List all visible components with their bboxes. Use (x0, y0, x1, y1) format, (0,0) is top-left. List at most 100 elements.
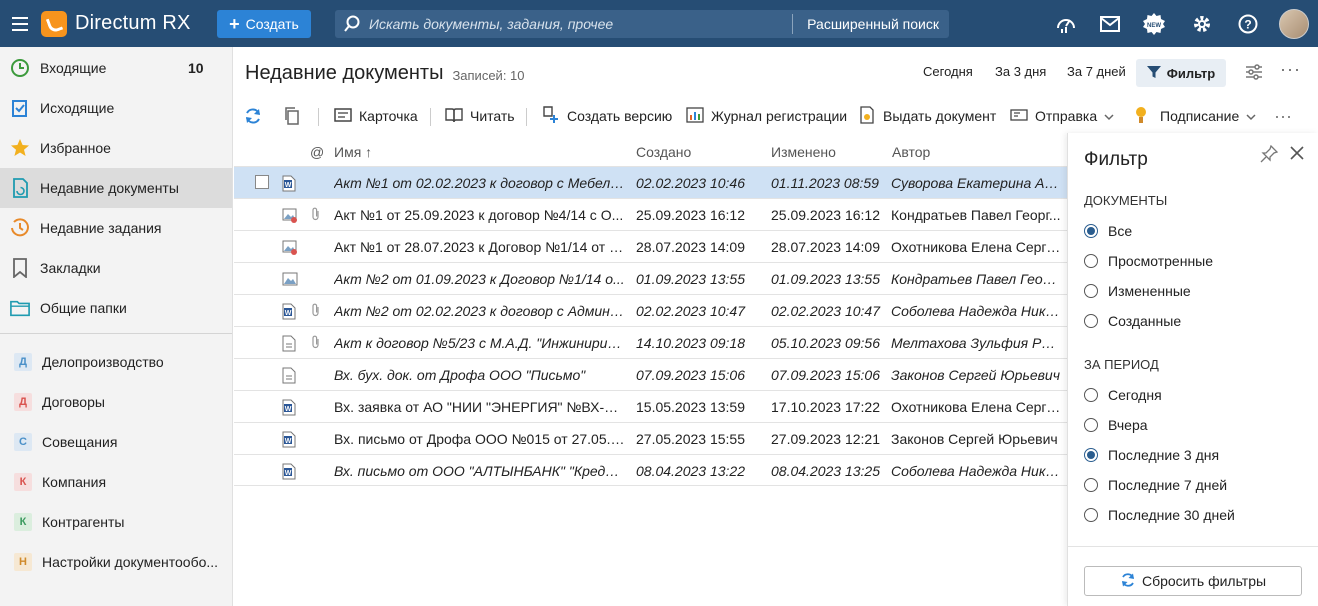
toolbar-more-icon[interactable]: ··· (1274, 106, 1292, 126)
search-bar: Расширенный поиск (335, 10, 949, 38)
send-dropdown[interactable]: Отправка (1010, 106, 1114, 126)
created-column-header[interactable]: Создано (636, 144, 691, 160)
table-row[interactable]: Акт №1 от 25.09.2023 к договор №4/14 с О… (234, 198, 1067, 230)
modified-column-header[interactable]: Изменено (771, 144, 836, 160)
radio-icon[interactable] (1084, 314, 1098, 328)
close-icon[interactable] (1290, 143, 1304, 166)
radio-icon[interactable] (1084, 478, 1098, 492)
cell-modified: 01.09.2023 13:55 (771, 271, 880, 287)
sidebar-item-shared-folders[interactable]: Общие папки (0, 288, 232, 328)
app-logo[interactable]: Directum RX (41, 10, 191, 37)
period-3-days-link[interactable]: За 3 дня (995, 64, 1046, 79)
radio-icon[interactable] (1084, 224, 1098, 238)
book-icon (445, 107, 463, 126)
signing-dropdown[interactable]: Подписание (1134, 106, 1256, 126)
radio-icon[interactable] (1084, 508, 1098, 522)
documents-grid: @ Имя ↑ Создано Изменено Автор W Акт №1 о… (234, 136, 1067, 486)
sidebar-item-recent-docs[interactable]: Недавние документы (0, 168, 232, 208)
sidebar-item-incoming[interactable]: Входящие 10 (0, 48, 232, 88)
table-row[interactable]: W Вх. письмо от ООО "АЛТЫНБАНК" "Кредит..… (234, 454, 1067, 486)
filter-button[interactable]: Фильтр (1136, 59, 1226, 87)
sidebar-item-outgoing[interactable]: Исходящие (0, 88, 232, 128)
image-icon (282, 271, 298, 291)
radio-icon[interactable] (1084, 254, 1098, 268)
read-button[interactable]: Читать (445, 106, 515, 126)
table-row[interactable]: Акт №2 от 01.09.2023 к Договор №1/14 о..… (234, 262, 1067, 294)
period-filter-option[interactable]: Последние 3 дня (1084, 447, 1219, 463)
module-label: Совещания (42, 434, 118, 450)
records-count: Записей: 10 (452, 67, 525, 83)
period-7-days-link[interactable]: За 7 дней (1067, 64, 1126, 79)
radio-icon[interactable] (1084, 284, 1098, 298)
toolbar: Карточка Читать Создать версию Журнал ре… (234, 99, 1318, 133)
issue-document-button[interactable]: Выдать документ (858, 105, 996, 126)
create-version-button[interactable]: Создать версию (542, 105, 672, 127)
create-button[interactable]: + Создать (217, 10, 311, 38)
radio-icon[interactable] (1084, 418, 1098, 432)
module-item-records[interactable]: Д Делопроизводство (0, 342, 232, 382)
cell-name: Акт №1 от 28.07.2023 к Договор №1/14 от … (334, 239, 626, 255)
advanced-search-button[interactable]: Расширенный поиск (792, 14, 949, 34)
search-input[interactable] (369, 16, 793, 32)
docs-filter-option[interactable]: Созданные (1084, 313, 1181, 329)
filter-divider (1068, 546, 1318, 547)
module-item-company[interactable]: К Компания (0, 462, 232, 502)
help-icon[interactable]: ? (1236, 12, 1260, 36)
module-item-meetings[interactable]: С Совещания (0, 422, 232, 462)
settings-gear-icon[interactable] (1190, 12, 1214, 36)
period-today-link[interactable]: Сегодня (923, 64, 973, 79)
docs-filter-option[interactable]: Просмотренные (1084, 253, 1213, 269)
sidebar-item-recent-tasks[interactable]: Недавние задания (0, 208, 232, 248)
reset-filters-label: Сбросить фильтры (1141, 573, 1267, 589)
author-column-header[interactable]: Автор (892, 144, 930, 160)
module-label: Компания (42, 474, 107, 490)
reset-filters-button[interactable]: Сбросить фильтры (1084, 566, 1302, 596)
card-button[interactable]: Карточка (334, 106, 418, 126)
docs-filter-option[interactable]: Измененные (1084, 283, 1191, 299)
table-row[interactable]: Акт к договор №5/23 с М.А.Д. "Инжинирин.… (234, 326, 1067, 358)
module-item-contracts[interactable]: Д Договоры (0, 382, 232, 422)
journal-button[interactable]: Журнал регистрации (686, 106, 847, 126)
module-label: Настройки документообо... (42, 554, 219, 570)
sidebar-item-label: Избранное (40, 140, 111, 156)
module-item-docflow-settings[interactable]: Н Настройки документообо... (0, 542, 232, 582)
row-checkbox[interactable] (255, 175, 269, 189)
cell-author: Суворова Екатерина Ан... (891, 175, 1063, 191)
period-filter-option[interactable]: Вчера (1084, 417, 1148, 433)
table-row[interactable]: Акт №1 от 28.07.2023 к Договор №1/14 от … (234, 230, 1067, 262)
copy-icon[interactable] (284, 106, 300, 126)
radio-icon[interactable] (1084, 448, 1098, 462)
menu-icon[interactable] (0, 0, 40, 47)
period-filter-option[interactable]: Последние 7 дней (1084, 477, 1227, 493)
name-column-header[interactable]: Имя ↑ (334, 144, 372, 160)
attachment-column-header[interactable]: @ (310, 144, 324, 160)
table-row[interactable]: Вх. бух. док. от Дрофа ООО "Письмо" 07.09… (234, 358, 1067, 390)
table-row[interactable]: W Акт №2 от 02.02.2023 к договор с Админи… (234, 294, 1067, 326)
cell-name: Акт №1 от 02.02.2023 к договор с Мебельс… (334, 175, 626, 191)
table-row[interactable]: W Вх. заявка от АО "НИИ "ЭНЕРГИЯ" №ВХ-П-0… (234, 390, 1067, 422)
module-item-counterparties[interactable]: К Контрагенты (0, 502, 232, 542)
new-features-icon[interactable]: NEW (1142, 12, 1166, 36)
radio-icon[interactable] (1084, 388, 1098, 402)
docs-filter-option[interactable]: Все (1084, 223, 1132, 239)
table-row[interactable]: W Акт №1 от 02.02.2023 к договор с Мебель… (234, 166, 1067, 198)
more-options-icon[interactable]: ··· (1280, 59, 1301, 80)
cell-author: Соболева Надежда Нико... (891, 463, 1063, 479)
pin-icon[interactable] (1260, 144, 1279, 166)
sidebar-item-bookmarks[interactable]: Закладки (0, 248, 232, 288)
table-row[interactable]: W Вх. письмо от Дрофа ООО №015 от 27.05.2… (234, 422, 1067, 454)
speed-gauge-icon[interactable] (1054, 12, 1078, 36)
user-avatar[interactable] (1279, 9, 1309, 39)
period-filter-option[interactable]: Последние 30 дней (1084, 507, 1235, 523)
svg-text:W: W (285, 182, 292, 189)
word-doc-icon: W (282, 431, 296, 451)
new-version-icon (542, 105, 560, 127)
refresh-icon[interactable] (244, 106, 262, 126)
card-label: Карточка (359, 108, 418, 124)
signing-label: Подписание (1160, 108, 1240, 124)
mail-icon[interactable] (1098, 12, 1122, 36)
page-title: Недавние документы (245, 61, 444, 84)
period-filter-option[interactable]: Сегодня (1084, 387, 1162, 403)
grid-settings-icon[interactable] (1245, 63, 1263, 84)
sidebar-item-favorites[interactable]: Избранное (0, 128, 232, 168)
